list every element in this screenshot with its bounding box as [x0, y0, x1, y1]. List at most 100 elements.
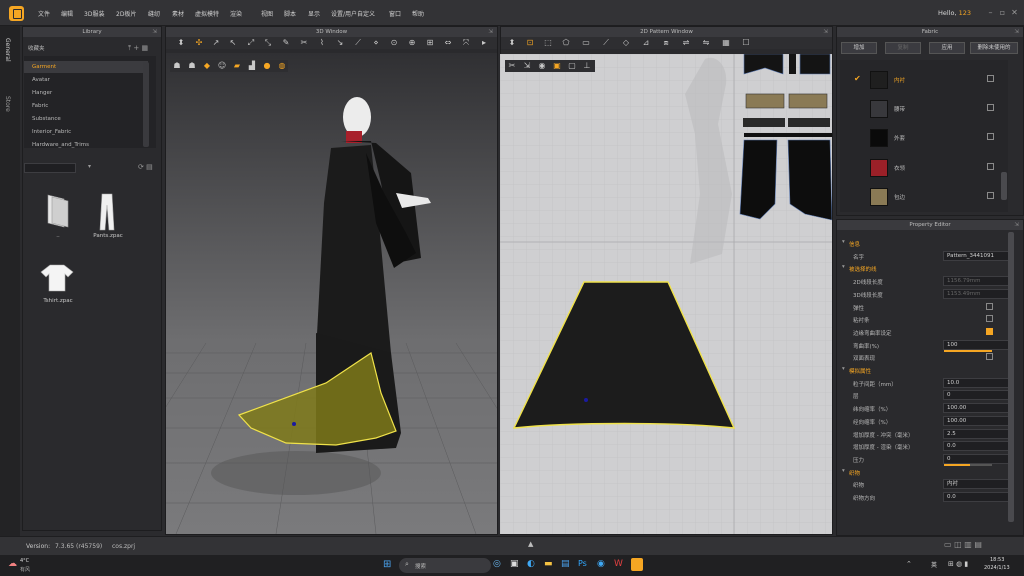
- property-value-field[interactable]: 2.5: [943, 428, 1010, 439]
- layout-split-icon[interactable]: ◫: [954, 540, 962, 549]
- menu-3d-garment[interactable]: 3D服装: [84, 9, 104, 18]
- fabric-row-lining[interactable]: ✔ 内衬: [848, 68, 998, 93]
- input-language[interactable]: 英: [931, 560, 937, 569]
- wps-icon[interactable]: W: [614, 559, 623, 569]
- upload-icon[interactable]: ⤒: [128, 44, 131, 52]
- sewing-display-icon[interactable]: ⇲: [522, 61, 532, 71]
- segment-sewing-icon[interactable]: ⇌: [681, 38, 691, 48]
- menu-edit[interactable]: 编辑: [61, 9, 73, 18]
- trim-tool-icon[interactable]: ⊞: [425, 38, 435, 48]
- property-row[interactable]: 经向缩率（%） 100.00: [840, 415, 1016, 427]
- property-checkbox[interactable]: [986, 327, 993, 335]
- menu-2d-pattern[interactable]: 2D板片: [116, 9, 136, 18]
- maximize-icon[interactable]: ▫: [998, 8, 1007, 17]
- property-row[interactable]: 弹性: [840, 301, 1016, 313]
- clo-taskbar-icon[interactable]: [631, 558, 643, 571]
- property-value-field[interactable]: 100.00: [943, 415, 1010, 426]
- pin-icon[interactable]: ⇲: [823, 27, 828, 37]
- rectangle-icon[interactable]: ▭: [581, 38, 591, 48]
- app-icon[interactable]: ◉: [597, 559, 605, 569]
- property-row[interactable]: 增加厚度 - 冲突（毫米） 2.5: [840, 428, 1016, 440]
- viewport-2d[interactable]: [500, 54, 832, 534]
- fabric-row-binding[interactable]: 包边: [848, 185, 998, 210]
- pin-icon[interactable]: ⇲: [1014, 27, 1019, 37]
- free-sewing-icon[interactable]: ⇋: [701, 38, 711, 48]
- line-tool-icon[interactable]: ↘: [335, 38, 345, 48]
- library-item-hanger[interactable]: Hanger: [24, 87, 148, 99]
- menu-settings[interactable]: 设置/用户自定义: [331, 9, 375, 18]
- copy-fabric-button[interactable]: 复制: [885, 42, 921, 54]
- weather-icon[interactable]: ☁: [8, 559, 17, 569]
- point-tool-icon[interactable]: ⋄: [371, 38, 381, 48]
- property-row[interactable]: 边缘弯曲率设定: [840, 326, 1016, 338]
- fabric-settings-icon[interactable]: [987, 192, 994, 199]
- menu-script[interactable]: 脚本: [284, 9, 296, 18]
- edit-tool-icon[interactable]: ⟋: [353, 38, 363, 48]
- move-tool-icon[interactable]: ✣: [194, 38, 204, 48]
- avatar-color-icon[interactable]: ●: [262, 61, 272, 71]
- fabric-row-belt[interactable]: 腰带: [848, 97, 998, 122]
- chevron-up-icon[interactable]: ▲: [528, 540, 533, 548]
- menu-window[interactable]: 窗口: [389, 9, 401, 18]
- fabric-settings-icon[interactable]: [987, 104, 994, 111]
- library-item-hardware[interactable]: Hardware_and_Trims: [24, 139, 148, 151]
- property-checkbox[interactable]: [986, 353, 993, 361]
- property-row[interactable]: ▾ 被选择的线: [840, 262, 1016, 274]
- viewport-3d[interactable]: [166, 53, 497, 534]
- library-item-substance[interactable]: Substance: [24, 113, 148, 125]
- property-value-field[interactable]: Pattern_3441091: [943, 250, 1010, 261]
- taskbar-search-input[interactable]: ⌕ 搜索: [399, 558, 491, 573]
- zipper-tool-icon[interactable]: ⊕: [407, 38, 417, 48]
- fabric-texture-icon[interactable]: ▣: [552, 61, 562, 71]
- seam-tool-icon[interactable]: ⌇: [317, 38, 327, 48]
- skeleton-icon[interactable]: ☺: [217, 61, 227, 71]
- select-pattern-icon[interactable]: ⬍: [507, 38, 517, 48]
- menu-file[interactable]: 文件: [38, 9, 50, 18]
- garment-display-icon[interactable]: ☗: [187, 61, 197, 71]
- property-value-field[interactable]: 0.0: [943, 492, 1010, 502]
- refresh-icon[interactable]: ⟳ ▤: [138, 163, 153, 171]
- pin-icon[interactable]: ⇲: [152, 27, 157, 37]
- grid-view-icon[interactable]: ▦: [141, 44, 148, 52]
- property-row[interactable]: 名字 Pattern_3441091: [840, 250, 1016, 262]
- texture-edit-icon[interactable]: ▦: [721, 38, 731, 48]
- expand-tool-icon[interactable]: ⤧: [461, 38, 471, 48]
- avatar-display-icon[interactable]: ☗: [172, 61, 182, 71]
- pin-tool-icon[interactable]: ↖: [228, 38, 238, 48]
- dart-icon[interactable]: ◇: [621, 38, 631, 48]
- delete-unused-button[interactable]: 删除未使用的: [970, 42, 1018, 54]
- fabric-row-collar[interactable]: 衣领: [848, 156, 998, 181]
- menu-avatar[interactable]: 虚拟模特: [195, 9, 219, 18]
- property-row[interactable]: 2D线段长度 1156.79mm: [840, 275, 1016, 287]
- add-fabric-button[interactable]: 增加: [841, 42, 877, 54]
- library-search-input[interactable]: [24, 163, 76, 173]
- transform-pattern-icon[interactable]: ⊡: [525, 38, 535, 48]
- tray-chevron-icon[interactable]: ⌃: [906, 560, 912, 568]
- widgets-icon[interactable]: ▣: [510, 559, 519, 569]
- tape-tool-icon[interactable]: ⤡: [263, 38, 273, 48]
- measure-tool-icon[interactable]: ⤢: [246, 38, 256, 48]
- library-item-interior-fabric[interactable]: Interior_Fabric: [24, 126, 148, 138]
- internal-line-icon[interactable]: ⟋: [601, 38, 611, 48]
- task-view-icon[interactable]: ◎: [493, 559, 501, 569]
- property-row[interactable]: 粘衬条: [840, 313, 1016, 325]
- fabric-settings-icon[interactable]: [987, 133, 994, 140]
- more-tool-icon[interactable]: ▸: [479, 38, 489, 48]
- apply-fabric-button[interactable]: 应用: [929, 42, 965, 54]
- pants-icon[interactable]: [98, 193, 116, 231]
- fold-tool-icon[interactable]: ↗: [211, 38, 221, 48]
- property-checkbox[interactable]: [986, 302, 993, 310]
- property-row[interactable]: 双面表现: [840, 351, 1016, 363]
- windows-start-icon[interactable]: ⊞: [383, 559, 391, 570]
- property-value-field[interactable]: 0: [943, 390, 1010, 401]
- library-item-avatar[interactable]: Avatar: [24, 74, 148, 86]
- close-icon[interactable]: ✕: [1010, 8, 1019, 17]
- collapse-caret-icon[interactable]: ▾: [842, 366, 845, 372]
- tab-store[interactable]: Store: [4, 96, 11, 112]
- property-row[interactable]: 织物方向 0.0: [840, 491, 1016, 503]
- strain-map-icon[interactable]: ◍: [277, 61, 287, 71]
- property-value-field[interactable]: 1156.79mm: [943, 276, 1010, 287]
- sewing-tool-icon[interactable]: ✂: [299, 38, 309, 48]
- property-row[interactable]: ▾ 信息: [840, 237, 1016, 249]
- menu-materials[interactable]: 素材: [172, 9, 184, 18]
